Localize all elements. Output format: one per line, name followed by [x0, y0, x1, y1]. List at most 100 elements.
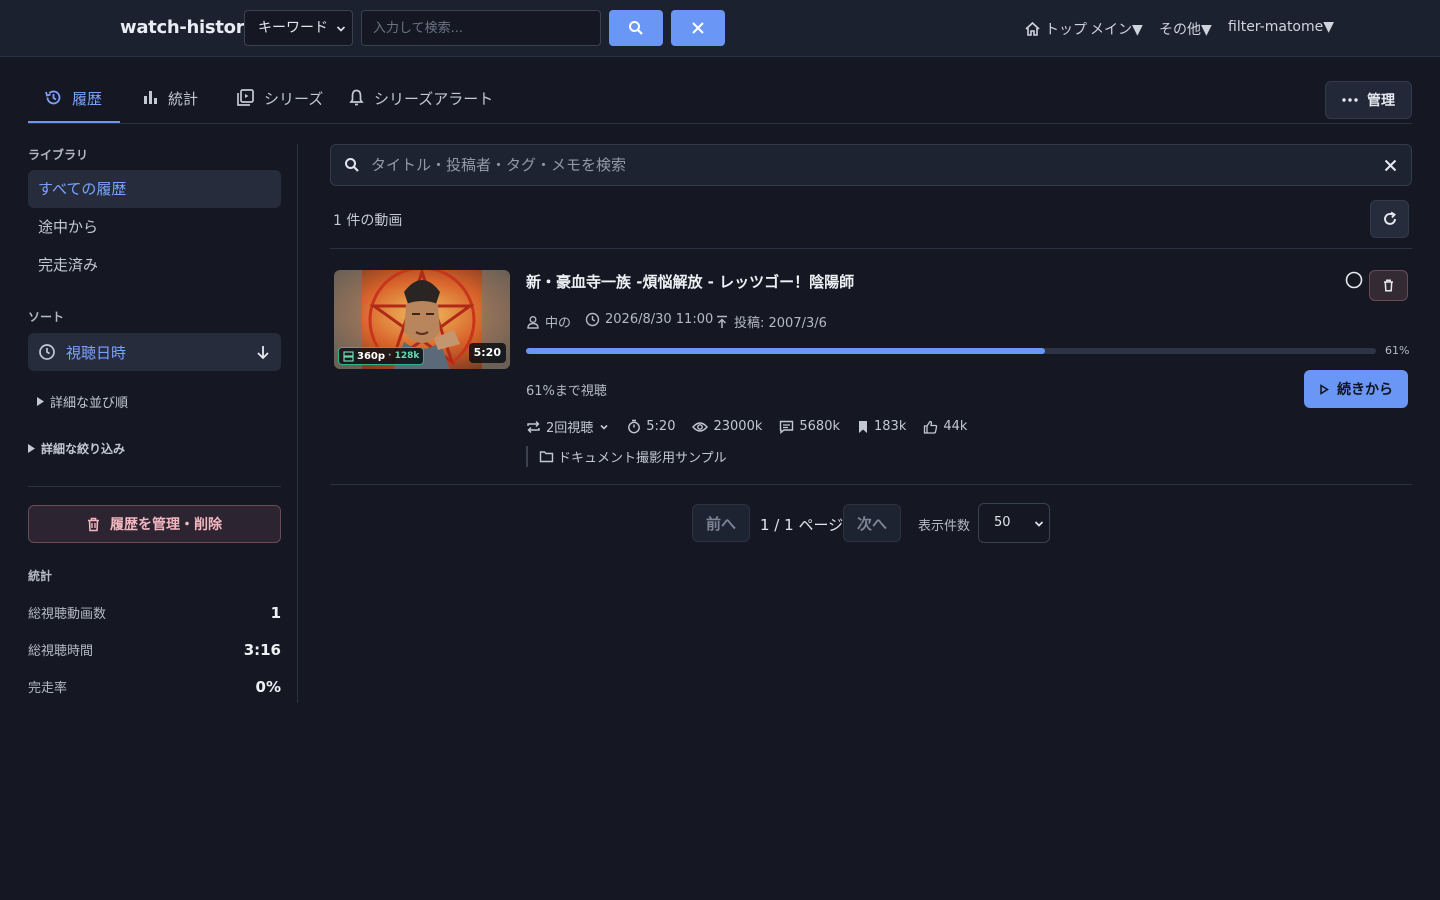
list-bottom-divider — [330, 484, 1412, 485]
manage-button[interactable]: 管理 — [1325, 81, 1412, 119]
chevron-down-icon — [600, 424, 608, 430]
brand-title[interactable]: watch-history — [120, 17, 256, 38]
complete-toggle-icon[interactable] — [1345, 271, 1363, 289]
nav-filter-matome-label: filter-matome▼ — [1228, 19, 1335, 35]
eye-icon — [692, 421, 709, 432]
sidebar-item-in-progress[interactable]: 途中から — [28, 208, 281, 246]
user-icon — [527, 315, 539, 329]
tab-series-label: シリーズ — [264, 90, 324, 108]
arrow-down-icon[interactable] — [255, 344, 271, 360]
thumbs-up-icon — [924, 420, 938, 434]
list-top-divider — [330, 248, 1412, 249]
mylist-stat: 183k — [857, 419, 906, 434]
result-count: 1 件の動画 — [333, 213, 403, 229]
close-icon — [692, 22, 704, 34]
home-icon — [1025, 21, 1040, 36]
advanced-sort-toggle[interactable]: 詳細な並び順 — [37, 392, 128, 411]
clock-icon — [39, 344, 55, 360]
advanced-filter-label: 詳細な絞り込み — [41, 442, 126, 456]
nav-main-label: メイン▼ — [1090, 22, 1143, 38]
close-icon[interactable] — [1384, 159, 1397, 172]
duration-badge: 5:20 — [468, 343, 506, 363]
search-icon — [345, 158, 359, 172]
likes-value: 44k — [943, 419, 968, 434]
sidebar-separator — [297, 144, 298, 703]
comments-stat: 5680k — [779, 419, 840, 434]
nav-top-label: トップ — [1045, 22, 1087, 38]
prev-page-button[interactable]: 前へ — [692, 504, 750, 542]
advanced-filter-toggle[interactable]: 詳細な絞り込み — [28, 440, 125, 457]
stat-value: 3:16 — [243, 640, 281, 659]
stat-value: 0% — [255, 677, 281, 696]
tab-stats[interactable]: 統計 — [142, 88, 198, 124]
stat-value: 1 — [270, 603, 281, 622]
likes-stat: 44k — [923, 419, 967, 434]
tab-divider — [28, 123, 1412, 124]
top-search-input[interactable] — [361, 10, 601, 46]
resume-label: 続きから — [1337, 382, 1393, 398]
manage-delete-label: 履歴を管理・削除 — [110, 517, 222, 533]
nav-filter-matome-menu[interactable]: filter-matome▼ — [1228, 19, 1334, 35]
chevron-down-icon — [336, 26, 346, 32]
repeat-count-dropdown[interactable]: 2回視聴 — [526, 417, 610, 436]
watch-progress-bar — [526, 348, 1376, 354]
tab-history[interactable]: 履歴 — [44, 88, 102, 124]
search-mode-value: キーワード — [258, 20, 328, 36]
trash-icon — [88, 517, 99, 531]
nav-top-link[interactable]: トップ — [1024, 19, 1087, 39]
uploader-name: 中の — [545, 316, 572, 331]
stat-completion-rate: 完走率 0% — [28, 677, 281, 697]
more-icon — [1342, 98, 1358, 102]
uploader[interactable]: 中の — [526, 312, 571, 331]
mylist-value: 183k — [874, 419, 907, 434]
refresh-icon — [1383, 211, 1396, 225]
posted-date: 投稿: 2007/3/6 — [715, 312, 827, 331]
tab-series-alert[interactable]: シリーズアラート — [348, 88, 493, 124]
stat-label: 総視聴時間 — [28, 644, 94, 659]
trash-icon — [1384, 279, 1393, 292]
repeat-icon — [527, 420, 540, 433]
delete-video-button[interactable] — [1369, 270, 1408, 301]
repeat-count: 2回視聴 — [546, 421, 594, 436]
video-thumbnail[interactable]: 360p · 128k 5:20 — [334, 270, 510, 369]
play-icon — [1320, 383, 1329, 395]
sort-heading: ソート — [28, 310, 65, 324]
video-stats: 2回視聴 5:20 23000k 5680k 183k 44k — [526, 417, 984, 436]
per-page-select[interactable]: 50 — [978, 503, 1050, 543]
sort-value: 視聴日時 — [66, 343, 127, 362]
progress-percent: 61% — [1385, 344, 1410, 357]
comment-icon — [780, 420, 794, 434]
video-title[interactable]: 新・豪血寺一族 -煩悩解放 - レッツゴー！陰陽師 — [526, 271, 854, 292]
top-bar: watch-history キーワード トップ メイン▼ その他▼ filter… — [0, 0, 1440, 57]
length-stat: 5:20 — [627, 419, 675, 434]
nav-other-menu[interactable]: その他▼ — [1159, 19, 1212, 39]
resume-button[interactable]: 続きから — [1304, 370, 1408, 408]
history-icon — [45, 90, 61, 105]
views-stat: 23000k — [692, 419, 762, 434]
search-icon — [629, 21, 643, 35]
stat-total-videos: 総視聴動画数 1 — [28, 603, 281, 623]
sort-select[interactable]: 視聴日時 — [28, 333, 281, 371]
top-search-button[interactable] — [609, 10, 663, 46]
length-value: 5:20 — [646, 419, 676, 434]
manage-delete-history-button[interactable]: 履歴を管理・削除 — [28, 505, 281, 543]
top-clear-button[interactable] — [671, 10, 725, 46]
tab-history-label: 履歴 — [72, 90, 103, 108]
manage-label: 管理 — [1367, 93, 1395, 109]
folder-tag[interactable]: ドキュメント撮影用サンプル — [526, 446, 727, 467]
tab-series[interactable]: シリーズ — [236, 88, 323, 124]
search-mode-select[interactable]: キーワード — [244, 10, 353, 46]
watched-at: 2026/8/30 11:00 — [585, 312, 713, 327]
watched-to-text: 61%まで視聴 — [526, 384, 607, 399]
next-page-button[interactable]: 次へ — [843, 504, 901, 542]
library-heading: ライブラリ — [28, 148, 89, 162]
nav-main-menu[interactable]: メイン▼ — [1090, 19, 1143, 39]
stopwatch-icon — [628, 419, 641, 434]
sidebar-item-completed[interactable]: 完走済み — [28, 246, 281, 284]
sidebar-divider — [28, 486, 281, 487]
refresh-button[interactable] — [1370, 200, 1409, 238]
watch-progress-fill — [526, 348, 1045, 354]
upload-icon — [717, 315, 727, 328]
history-search-input[interactable] — [371, 145, 1361, 185]
sidebar-item-all-history[interactable]: すべての履歴 — [28, 170, 281, 208]
